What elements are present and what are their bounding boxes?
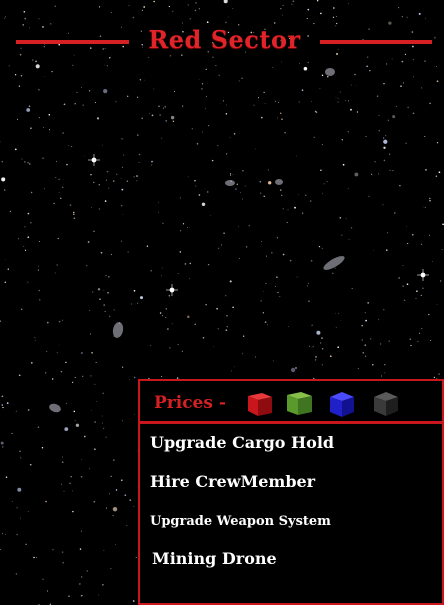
gray-cube-icon xyxy=(370,388,402,418)
title-divider-left xyxy=(16,40,129,44)
title-divider-right xyxy=(320,40,432,44)
upgrade-weapon-system-option[interactable]: Upgrade Weapon System xyxy=(150,514,331,529)
upgrade-cargo-hold-option[interactable]: Upgrade Cargo Hold xyxy=(150,433,334,452)
hire-crewmember-option[interactable]: Hire CrewMember xyxy=(150,472,315,491)
green-cube-icon xyxy=(284,388,316,418)
prices-header: Prices - xyxy=(140,381,442,424)
red-cube-icon xyxy=(244,388,276,418)
sector-title: Red Sector xyxy=(148,25,301,54)
prices-label: Prices - xyxy=(154,393,226,413)
shop-panel: Prices - Upgrade Cargo Hold Hire CrewMem… xyxy=(138,379,444,605)
blue-cube-icon xyxy=(326,388,358,418)
mining-drone-option[interactable]: Mining Drone xyxy=(152,549,277,568)
title-banner: Red Sector xyxy=(0,24,444,58)
